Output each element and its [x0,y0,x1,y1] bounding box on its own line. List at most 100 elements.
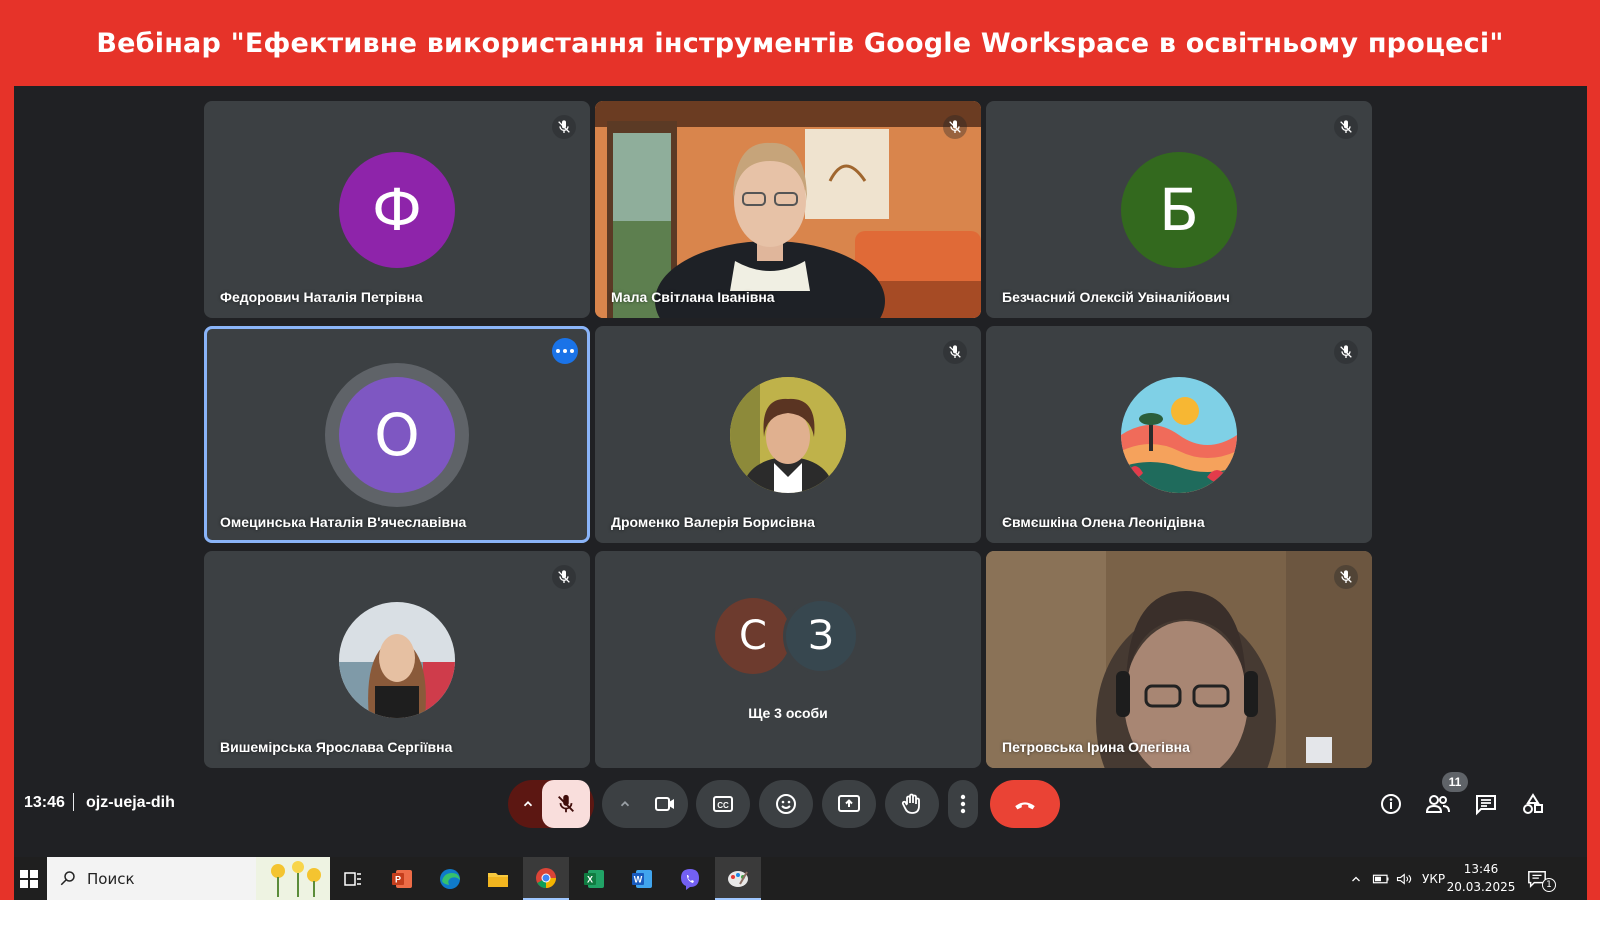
more-options-button[interactable] [552,338,578,364]
chat-button[interactable] [1468,786,1504,822]
end-call-icon [1015,802,1035,810]
taskbar-time: 13:46 [1463,862,1499,876]
mic-off-icon [1334,115,1358,139]
raise-hand-button[interactable] [885,780,939,828]
taskbar-date: 20.03.2025 [1446,880,1516,894]
powerpoint-taskbar-button[interactable]: P [379,857,425,900]
profile-illustration [1121,376,1237,493]
show-hidden-icons-button[interactable] [1350,857,1362,900]
captions-icon: CC [713,796,733,812]
volume-tray-icon[interactable] [1396,857,1414,900]
participant-tile[interactable]: Б Безчасний Олексій Увіналійович [986,101,1372,318]
word-icon: W [632,869,652,888]
edge-taskbar-button[interactable] [427,857,473,900]
captions-button[interactable]: CC [696,780,750,828]
word-taskbar-button[interactable]: W [619,857,665,900]
participant-tile[interactable]: Дроменко Валерія Борисівна [595,326,981,543]
chrome-icon [536,867,556,888]
participant-name: Федорович Наталія Петрівна [220,289,423,305]
present-icon [838,795,860,812]
divider [73,793,74,811]
leave-call-button[interactable] [990,780,1060,828]
svg-text:P: P [395,874,401,884]
profile-photo [339,601,455,718]
others-label: Ще 3 особи [748,705,828,721]
hand-icon [901,793,920,814]
emoji-reaction-button[interactable] [759,780,813,828]
svg-text:CC: CC [717,801,729,810]
flowers-icon [256,857,330,900]
participant-name: Євмєшкіна Олена Леонідівна [1002,514,1205,530]
task-view-icon [344,871,361,886]
task-view-button[interactable] [330,857,376,900]
participant-tile[interactable]: Мала Світлана Іванівна [595,101,981,318]
participant-tile[interactable]: Петровська Ірина Олегівна [986,551,1372,768]
battery-icon [1372,874,1389,883]
shapes-icon [1523,793,1543,814]
camera-icon [655,797,674,811]
taskbar-search-box[interactable]: Поиск [47,857,330,900]
participant-name: Петровська Ірина Олегівна [1002,739,1190,755]
mic-off-icon [943,340,967,364]
camera-toggle-button[interactable] [642,780,688,828]
camera-control-group [602,780,688,828]
video-feed [595,101,981,318]
participant-tile-active[interactable]: О Омецинська Наталія В'ячеславівна [204,326,590,543]
file-explorer-taskbar-button[interactable] [475,857,521,900]
search-icon [60,871,75,886]
battery-tray-icon[interactable] [1372,857,1390,900]
participant-name: Безчасний Олексій Увіналійович [1002,289,1230,305]
people-icon [1425,795,1450,813]
others-tile[interactable]: С З Ще 3 особи [595,551,981,768]
edge-icon [440,868,460,889]
mic-off-icon [1334,340,1358,364]
mic-off-icon [1334,565,1358,589]
smile-icon [776,794,796,814]
participant-tile[interactable]: Вишемірська Ярослава Сергіївна [204,551,590,768]
start-button[interactable] [14,857,44,900]
excel-taskbar-button[interactable]: X [571,857,617,900]
excel-icon: X [584,869,604,888]
chrome-taskbar-button[interactable] [523,857,569,900]
notification-count-badge: 1 [1542,877,1556,892]
camera-options-chevron-icon[interactable] [610,780,640,828]
viber-taskbar-button[interactable] [667,857,713,900]
avatar: Б [1121,151,1237,268]
paint-icon [728,870,748,887]
more-options-button[interactable] [948,780,978,828]
meeting-details-button[interactable] [1373,786,1409,822]
present-screen-button[interactable] [822,780,876,828]
paint-taskbar-button[interactable] [715,857,761,900]
webinar-banner: Вебінар "Ефективне використання інструме… [0,0,1600,86]
mic-off-icon [552,115,576,139]
search-placeholder: Поиск [87,870,135,888]
avatar: О [339,376,455,493]
video-feed [986,551,1372,768]
folder-icon [488,872,508,887]
meet-window: Ф Федорович Наталія Петрівна Мала Світла… [14,86,1587,857]
mic-toggle-button[interactable] [542,780,590,828]
taskbar-clock[interactable]: 13:46 20.03.2025 [1446,860,1516,896]
windows-logo-icon [20,869,38,888]
participant-name: Омецинська Наталія В'ячеславівна [220,514,467,530]
powerpoint-icon: P [392,869,412,888]
speaker-icon [1396,872,1412,885]
viber-icon [681,868,699,890]
input-language-indicator[interactable]: УКР [1422,857,1445,900]
people-button[interactable] [1420,786,1456,822]
mic-off-icon [943,115,967,139]
participant-tile[interactable]: Ф Федорович Наталія Петрівна [204,101,590,318]
activities-button[interactable] [1515,786,1551,822]
mic-control-group [508,780,594,828]
chat-icon [1476,795,1496,816]
meeting-clock: 13:46 [24,794,65,811]
participant-name: Мала Світлана Іванівна [611,289,775,305]
mic-off-icon [552,565,576,589]
svg-text:X: X [587,874,593,884]
notification-center-button[interactable]: 1 [1526,857,1562,900]
participant-tile[interactable]: Євмєшкіна Олена Леонідівна [986,326,1372,543]
avatar: З [783,598,859,674]
kebab-icon [960,794,966,814]
profile-photo [730,376,846,493]
mic-off-icon [558,794,574,813]
